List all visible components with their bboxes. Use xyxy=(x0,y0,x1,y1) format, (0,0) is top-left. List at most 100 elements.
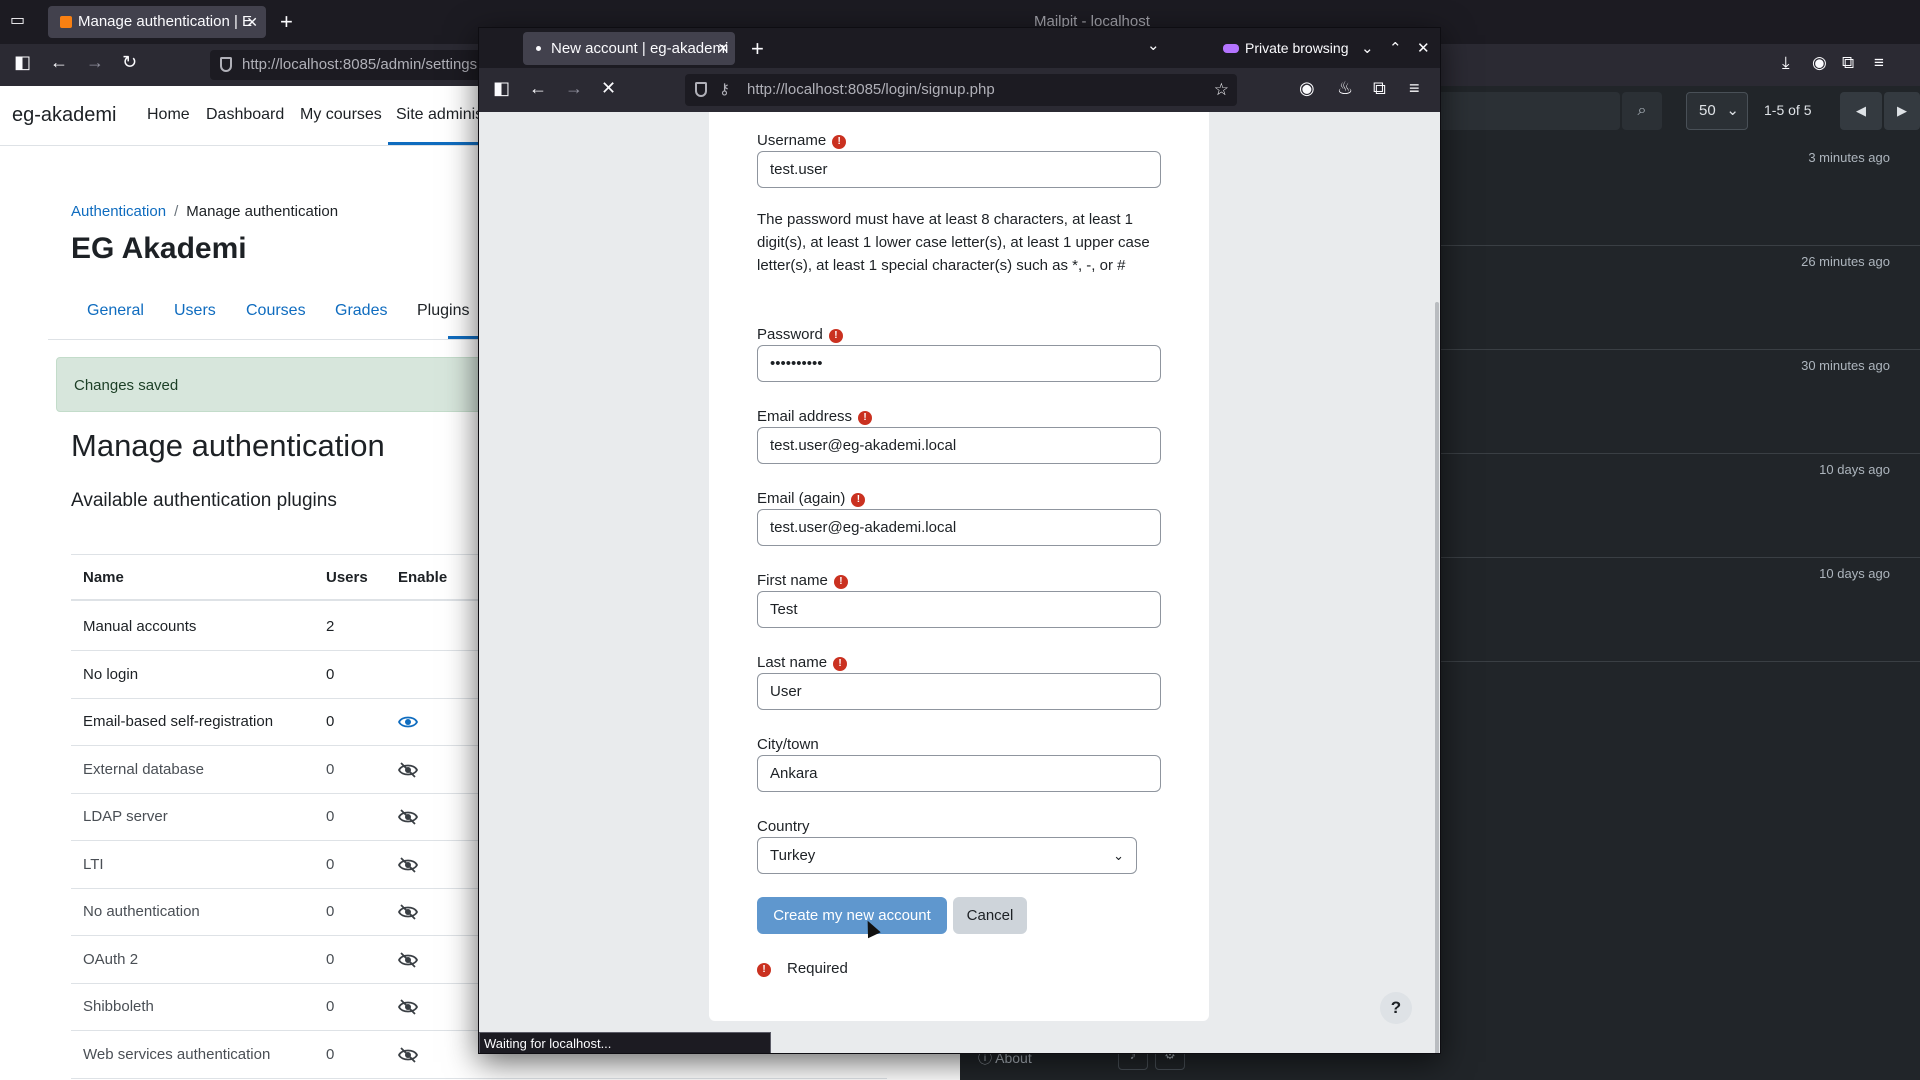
popup-url-text: http://localhost:8085/login/signup.php xyxy=(747,81,995,98)
popup-url-bar[interactable]: ⚷ http://localhost:8085/login/signup.php… xyxy=(685,74,1237,106)
nav-my-courses[interactable]: My courses xyxy=(300,106,382,124)
minimize-icon[interactable]: ⌄ xyxy=(1361,32,1374,65)
plugin-user-count: 0 xyxy=(326,808,335,825)
chevron-down-icon: ⌄ xyxy=(1726,102,1739,119)
popup-tab-title: New account | eg-akademi xyxy=(551,40,729,57)
account-icon[interactable]: ◉ xyxy=(1812,53,1827,73)
plugin-user-count: 0 xyxy=(326,903,335,920)
message-time: 10 days ago xyxy=(1819,566,1890,581)
email-again-label: Email (again)! xyxy=(757,490,866,507)
sidebar-toggle-icon[interactable]: ◧ xyxy=(493,78,510,99)
required-icon: ! xyxy=(757,963,771,977)
next-page-icon[interactable]: ▶ xyxy=(1884,92,1920,130)
plugin-name: Shibboleth xyxy=(83,998,154,1015)
prev-page-icon[interactable]: ◀ xyxy=(1840,92,1882,130)
eye-slash-icon[interactable] xyxy=(397,950,419,970)
plugin-user-count: 0 xyxy=(326,998,335,1015)
password-policy-text: The password must have at least 8 charac… xyxy=(757,211,1150,274)
plugin-user-count: 0 xyxy=(326,950,335,968)
new-tab-icon[interactable]: + xyxy=(751,32,764,65)
eye-slash-icon[interactable] xyxy=(397,902,419,922)
nav-active-indicator xyxy=(388,142,488,145)
bg-tab-manage-auth[interactable]: Manage authentication | E ✕ xyxy=(48,6,266,38)
eye-slash-icon[interactable] xyxy=(397,997,419,1017)
last-name-input[interactable] xyxy=(757,673,1161,710)
eye-slash-icon[interactable] xyxy=(397,807,419,827)
forward-icon[interactable]: → xyxy=(565,78,583,99)
eye-slash-icon[interactable] xyxy=(397,1045,419,1065)
create-account-button[interactable]: Create my new account xyxy=(757,897,947,934)
tab-general[interactable]: General xyxy=(87,302,144,320)
email-again-input[interactable] xyxy=(757,509,1161,546)
site-brand[interactable]: eg-akademi xyxy=(12,104,117,127)
city-input[interactable] xyxy=(757,755,1161,792)
bookmark-star-icon[interactable]: ☆ xyxy=(1214,74,1229,106)
breadcrumb: Authentication / Manage authentication xyxy=(71,203,338,220)
help-button[interactable]: ? xyxy=(1380,992,1412,1024)
per-page-select[interactable]: 50 ⌄ xyxy=(1686,92,1748,130)
account-icon[interactable]: ◉ xyxy=(1299,78,1315,99)
plugin-name: OAuth 2 xyxy=(83,950,139,968)
breadcrumb-authentication-link[interactable]: Authentication xyxy=(71,203,166,220)
eye-icon[interactable] xyxy=(397,712,419,732)
shield-icon xyxy=(695,82,707,97)
col-users-header: Users xyxy=(326,569,368,586)
maximize-icon[interactable]: ⌃ xyxy=(1389,32,1402,65)
plugin-user-count: 0 xyxy=(326,1045,335,1063)
menu-icon[interactable]: ≡ xyxy=(1874,53,1884,73)
page-scrollbar[interactable] xyxy=(1435,302,1439,1053)
col-enable-header: Enable xyxy=(398,569,448,586)
tab-list-icon[interactable]: ▭ xyxy=(10,10,25,30)
password-input[interactable] xyxy=(757,345,1161,382)
nav-dashboard[interactable]: Dashboard xyxy=(206,106,284,124)
country-label: Country xyxy=(757,818,810,835)
menu-icon[interactable]: ≡ xyxy=(1409,78,1420,99)
plugin-name: No authentication xyxy=(83,903,200,920)
close-tab-icon[interactable]: ✕ xyxy=(717,32,729,65)
stop-loading-icon[interactable]: ✕ xyxy=(601,78,616,99)
back-icon[interactable]: ← xyxy=(529,78,547,99)
plugin-user-count: 0 xyxy=(326,713,335,730)
nav-home[interactable]: Home xyxy=(147,106,190,124)
cancel-button[interactable]: Cancel xyxy=(953,897,1027,934)
extensions-icon[interactable]: ⧉ xyxy=(1842,53,1854,73)
plugin-name: LDAP server xyxy=(83,808,168,825)
private-mask-icon xyxy=(1223,44,1239,53)
firefox-view-icon[interactable]: ♨ xyxy=(1337,78,1353,99)
username-input[interactable] xyxy=(757,151,1161,188)
downloads-icon[interactable]: ⤓ xyxy=(1782,53,1790,73)
eye-slash-icon[interactable] xyxy=(397,855,419,875)
back-icon[interactable]: ← xyxy=(50,52,68,73)
popup-tab-bar: New account | eg-akademi ✕ + ⌄ Private b… xyxy=(479,28,1440,68)
popup-tab-new-account[interactable]: New account | eg-akademi ✕ xyxy=(523,32,735,65)
tab-list-chevron-icon[interactable]: ⌄ xyxy=(1147,36,1160,54)
shield-icon xyxy=(220,57,232,72)
manage-auth-heading: Manage authentication xyxy=(71,428,385,463)
plugin-name: Email-based self-registration xyxy=(83,713,274,730)
signup-form: Username! The password must have at leas… xyxy=(709,112,1209,1021)
sidebar-toggle-icon[interactable]: ◧ xyxy=(14,52,31,73)
plugin-user-count: 0 xyxy=(326,760,335,778)
key-icon: ⚷ xyxy=(719,81,730,98)
new-tab-icon[interactable]: + xyxy=(280,6,293,38)
forward-icon[interactable]: → xyxy=(86,52,104,73)
tab-users[interactable]: Users xyxy=(174,302,216,320)
plugin-user-count: 0 xyxy=(326,665,335,683)
popup-nav-bar: ◧ ← → ✕ ⚷ http://localhost:8085/login/si… xyxy=(479,68,1440,112)
loading-dot-icon xyxy=(536,46,541,51)
search-icon[interactable]: ⌕ xyxy=(1622,92,1662,130)
extensions-icon[interactable]: ⧉ xyxy=(1373,78,1386,99)
loading-status-bar: Waiting for localhost... xyxy=(479,1032,771,1053)
tab-plugins[interactable]: Plugins xyxy=(417,302,469,320)
email-input[interactable] xyxy=(757,427,1161,464)
eye-slash-icon[interactable] xyxy=(397,760,419,780)
reload-icon[interactable]: ↻ xyxy=(122,52,137,73)
first-name-input[interactable] xyxy=(757,591,1161,628)
country-select[interactable]: Turkey ⌄ xyxy=(757,837,1137,874)
close-window-icon[interactable]: ✕ xyxy=(1417,32,1430,65)
close-tab-icon[interactable]: ✕ xyxy=(246,6,258,38)
tab-grades[interactable]: Grades xyxy=(335,302,387,320)
tab-courses[interactable]: Courses xyxy=(246,302,306,320)
plugin-user-count: 0 xyxy=(326,855,335,873)
required-icon: ! xyxy=(858,411,873,425)
